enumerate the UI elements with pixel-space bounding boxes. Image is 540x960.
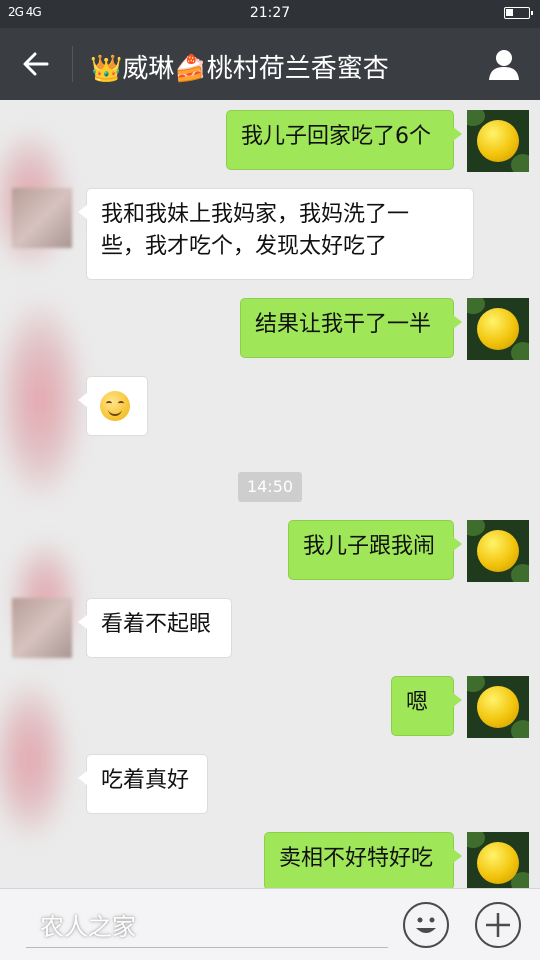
- chat-header: 👑威琳🍰桃村荷兰香蜜杏: [0, 28, 540, 100]
- message-text: 看着不起眼: [101, 612, 212, 637]
- my-avatar[interactable]: [467, 110, 529, 172]
- message-bubble-incoming[interactable]: 吃着真好: [78, 754, 208, 814]
- message-bubble-outgoing[interactable]: 卖相不好特好吃: [264, 832, 462, 890]
- back-button[interactable]: [14, 42, 58, 86]
- message-bubble-outgoing[interactable]: 嗯: [391, 676, 462, 736]
- input-bar: 农人之家: [0, 888, 540, 960]
- contact-info-button[interactable]: [482, 42, 526, 86]
- contact-avatar[interactable]: [12, 598, 72, 658]
- blur-smudge: [0, 680, 70, 840]
- message-bubble-outgoing[interactable]: 结果让我干了一半: [240, 298, 462, 358]
- blur-smudge: [0, 300, 85, 500]
- message-text: 嗯: [406, 690, 429, 715]
- message-text: 卖相不好特好吃: [279, 846, 434, 871]
- message-bubble-incoming[interactable]: [78, 376, 148, 436]
- message-bubble-outgoing[interactable]: 我儿子跟我闹: [288, 520, 462, 580]
- watermark: 农人之家: [40, 913, 136, 941]
- header-divider: [72, 46, 73, 82]
- message-input[interactable]: [26, 947, 388, 948]
- add-button[interactable]: [475, 902, 521, 948]
- contact-avatar[interactable]: [12, 188, 72, 248]
- plus-icon: [486, 913, 510, 937]
- message-text-line: 些，我才吃个，发现太好吃了: [101, 234, 388, 259]
- my-avatar[interactable]: [467, 832, 529, 888]
- smiley-emoji: [100, 391, 130, 421]
- message-bubble-incoming[interactable]: 看着不起眼: [78, 598, 232, 658]
- emoji-button[interactable]: [403, 902, 449, 948]
- message-text: 我儿子回家吃了6个: [241, 124, 431, 149]
- arrow-left-icon: [23, 52, 49, 76]
- message-bubble-incoming[interactable]: 我和我妹上我妈家，我妈洗了一 些，我才吃个，发现太好吃了: [78, 188, 474, 280]
- smiley-icon: [416, 917, 436, 933]
- message-text: 我儿子跟我闹: [303, 534, 436, 559]
- my-avatar[interactable]: [467, 520, 529, 582]
- person-icon: [489, 50, 519, 80]
- chat-title: 👑威琳🍰桃村荷兰香蜜杏: [90, 54, 389, 84]
- my-avatar[interactable]: [467, 298, 529, 360]
- message-text: 吃着真好: [101, 768, 190, 793]
- clock: 21:27: [249, 5, 291, 21]
- message-text: 结果让我干了一半: [255, 312, 432, 337]
- my-avatar[interactable]: [467, 676, 529, 738]
- status-bar: 2G 4G 21:27: [0, 0, 540, 28]
- message-text-line: 我和我妹上我妈家，我妈洗了一: [101, 202, 410, 227]
- battery-icon: [504, 7, 533, 19]
- message-bubble-outgoing[interactable]: 我儿子回家吃了6个: [226, 110, 462, 170]
- timestamp-separator: 14:50: [238, 472, 302, 502]
